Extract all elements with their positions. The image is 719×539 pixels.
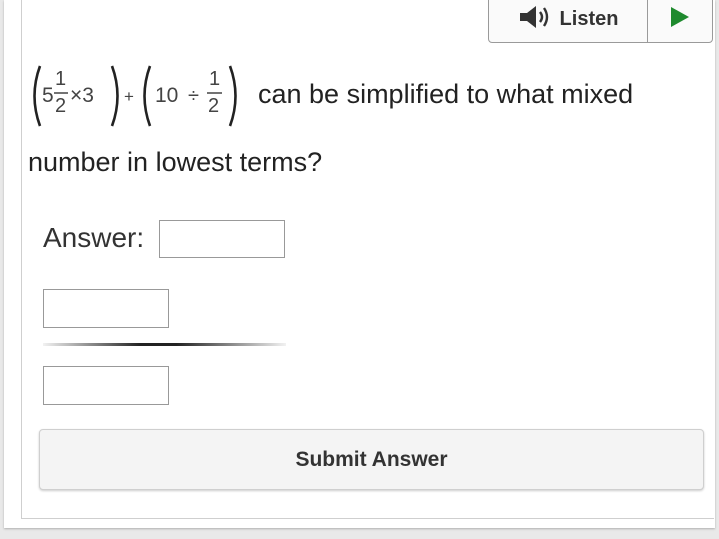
expr-ten: 10 xyxy=(155,84,178,107)
fraction-bar xyxy=(43,343,286,346)
listen-button[interactable]: Listen xyxy=(489,0,648,42)
expr-frac2-num: 1 xyxy=(209,68,220,90)
math-expression: 5 1 2 ×3 + 10 ÷ 1 2 xyxy=(28,60,250,132)
answer-whole-input[interactable] xyxy=(159,220,285,258)
expr-frac1-den: 2 xyxy=(55,95,66,117)
expr-div: ÷ xyxy=(188,85,199,107)
expr-frac2-den: 2 xyxy=(208,95,219,117)
play-button[interactable] xyxy=(648,0,712,42)
speaker-icon xyxy=(518,4,552,36)
expr-whole: 5 xyxy=(42,84,54,107)
question-text-line2: number in lowest terms? xyxy=(28,147,323,177)
answer-label: Answer: xyxy=(43,222,145,253)
expr-frac1-num: 1 xyxy=(55,68,66,90)
answer-numerator-input[interactable] xyxy=(43,289,169,328)
submit-answer-label: Submit Answer xyxy=(295,447,448,471)
expr-times: ×3 xyxy=(70,84,94,107)
paren-close-1 xyxy=(110,65,119,127)
play-icon xyxy=(670,6,690,33)
paren-open-2 xyxy=(143,65,152,127)
paren-open-1 xyxy=(33,65,42,127)
listen-label: Listen xyxy=(559,8,619,30)
answer-denominator-input[interactable] xyxy=(43,366,169,405)
question-text: 5 1 2 ×3 + 10 ÷ 1 2 can be simplified to… xyxy=(28,60,693,192)
listen-widget: Listen xyxy=(488,0,713,43)
paren-close-2 xyxy=(228,65,237,127)
question-text-line1: can be simplified to what mixed xyxy=(258,79,634,110)
expr-plus: + xyxy=(124,87,134,106)
submit-answer-button[interactable]: Submit Answer xyxy=(39,429,704,490)
